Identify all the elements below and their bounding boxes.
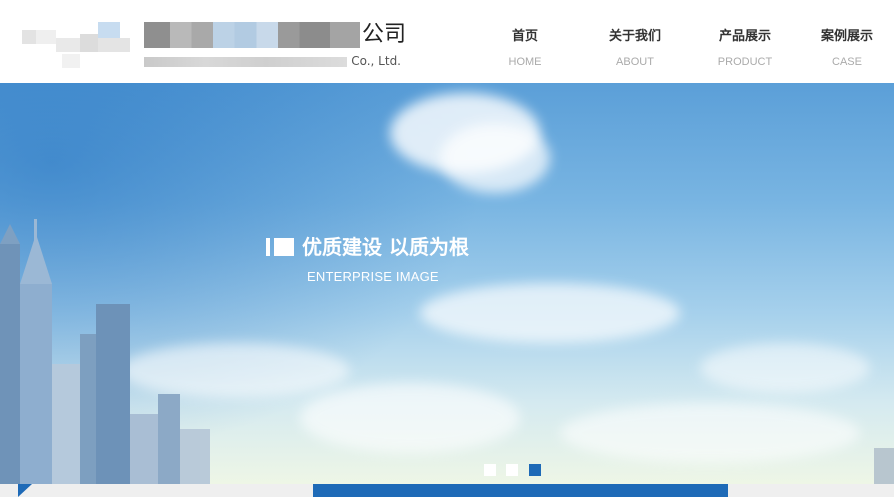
city-skyline	[0, 219, 210, 484]
site-header: 公司 Co., Ltd. 首页 HOME 关于我们 ABOUT 产品展示 PRO…	[0, 0, 894, 83]
nav-item-label: 案例展示	[820, 29, 873, 44]
slider-dot[interactable]	[484, 464, 496, 476]
banner-cloud	[560, 403, 860, 463]
nav-item-sublabel: HOME	[508, 56, 542, 68]
slider-pagination	[484, 464, 544, 476]
banner-cloud	[420, 283, 680, 343]
city-skyline-right	[874, 448, 894, 484]
banner-caption: 优质建设 以质为根 ENTERPRISE IMAGE	[266, 233, 526, 285]
nav-item-home[interactable]: 首页 HOME	[470, 28, 580, 69]
company-name-english-redacted	[144, 57, 347, 67]
main-nav: 首页 HOME 关于我们 ABOUT 产品展示 PRODUCT 案例展示 CAS…	[470, 0, 894, 83]
nav-item-about[interactable]: 关于我们 ABOUT	[580, 28, 690, 69]
nav-item-label: 产品展示	[718, 29, 771, 44]
banner-cloud	[440, 123, 550, 193]
nav-item-label: 首页	[511, 29, 538, 44]
hero-banner: 优质建设 以质为根 ENTERPRISE IMAGE	[0, 83, 894, 484]
banner-title: 优质建设 以质为根	[302, 235, 469, 259]
company-name-redacted	[144, 22, 360, 48]
banner-cloud	[700, 343, 870, 393]
company-name-suffix: 公司	[361, 22, 406, 47]
nav-item-label: 关于我们	[608, 29, 661, 44]
company-logo[interactable]	[22, 20, 132, 70]
strip-wedge	[18, 484, 32, 497]
company-name: 公司	[144, 20, 406, 50]
nav-item-sublabel: ABOUT	[616, 56, 654, 68]
banner-cloud	[300, 383, 520, 453]
section-tabs-strip	[0, 484, 894, 497]
slider-dot[interactable]	[529, 464, 541, 476]
company-name-english-suffix: Co., Ltd.	[351, 54, 401, 68]
banner-subtitle: ENTERPRISE IMAGE	[307, 269, 439, 284]
nav-item-sublabel: CASE	[832, 56, 862, 68]
title-mark-icon	[266, 237, 294, 256]
nav-item-sublabel: PRODUCT	[717, 56, 773, 68]
nav-item-product[interactable]: 产品展示 PRODUCT	[690, 28, 800, 69]
slider-dot[interactable]	[506, 464, 518, 476]
nav-item-case[interactable]: 案例展示 CASE	[800, 28, 894, 69]
banner-title-row: 优质建设 以质为根	[266, 233, 526, 261]
company-name-english: Co., Ltd.	[144, 53, 406, 69]
section-tab-active[interactable]	[313, 484, 728, 497]
